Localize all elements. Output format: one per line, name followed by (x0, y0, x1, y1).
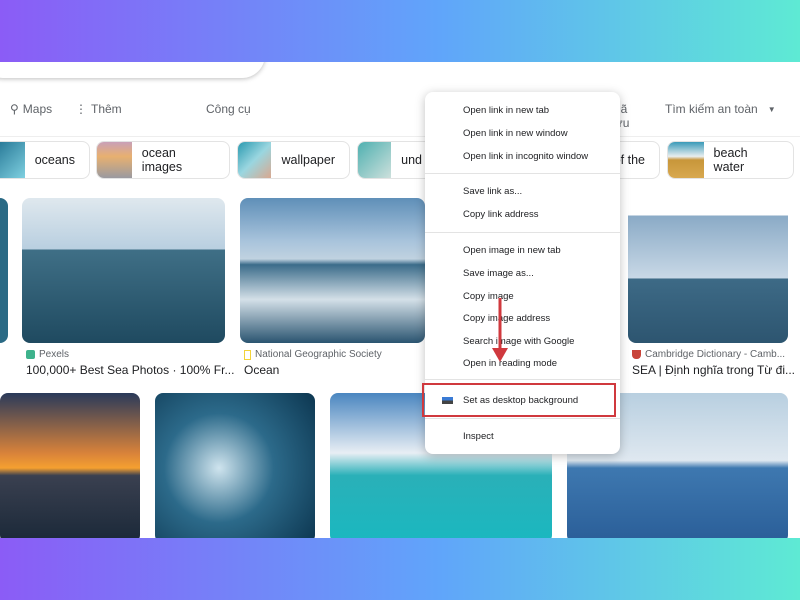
chip-label: beach water (713, 146, 748, 174)
search-bar[interactable] (0, 62, 265, 78)
nav-maps[interactable]: ⚲ Maps (10, 102, 52, 116)
menu-search-image-google[interactable]: Search image with Google (463, 336, 574, 347)
chip-oceans[interactable]: oceans (0, 141, 90, 179)
map-pin-icon: ⚲ (10, 102, 19, 116)
pexels-favicon-icon (26, 350, 35, 359)
image-result-pexels[interactable] (22, 198, 225, 343)
chip-thumbnail (0, 142, 25, 178)
image-result-partial[interactable] (0, 198, 8, 343)
menu-save-image-as[interactable]: Save image as... (463, 268, 534, 279)
menu-separator (425, 232, 620, 233)
source-label: National Geographic Society (255, 349, 382, 360)
menu-open-reading-mode[interactable]: Open in reading mode (463, 358, 557, 369)
menu-open-link-incognito[interactable]: Open link in incognito window (463, 151, 588, 162)
image-result-sunset[interactable] (0, 393, 140, 538)
image-result-cambridge[interactable] (628, 198, 788, 343)
nav-maps-label: Maps (22, 102, 53, 116)
divider (0, 136, 800, 137)
chip-thumbnail (358, 142, 392, 178)
safe-search-label: Tìm kiếm an toàn (665, 102, 758, 116)
chip-label: wallpaper (281, 153, 335, 167)
safe-search-dropdown[interactable]: Tìm kiếm an toàn ▼ (665, 102, 776, 116)
cambridge-favicon-icon (632, 350, 641, 359)
chip-thumbnail (238, 142, 272, 178)
more-vert-icon: ⋮ (75, 102, 87, 116)
chip-beach-water[interactable]: beach water (667, 141, 794, 179)
chip-label: of the (613, 153, 645, 167)
chip-ocean-images[interactable]: ocean images (96, 141, 230, 179)
chip-wallpaper[interactable]: wallpaper (237, 141, 350, 179)
image-result-natgeo[interactable] (240, 198, 425, 343)
chip-thumbnail (97, 142, 132, 178)
chip-label: ocean images (141, 146, 183, 174)
menu-separator (425, 418, 620, 419)
menu-separator (425, 173, 620, 174)
dropdown-arrow-icon: ▼ (767, 104, 776, 114)
menu-copy-link-address[interactable]: Copy link address (463, 209, 539, 220)
menu-open-link-new-window[interactable]: Open link in new window (463, 128, 568, 139)
result-source[interactable]: Pexels (26, 349, 69, 360)
result-title[interactable]: Ocean (244, 363, 279, 377)
menu-inspect[interactable]: Inspect (463, 431, 494, 442)
nav-tools-label: Công cụ (206, 102, 251, 116)
menu-open-link-new-tab[interactable]: Open link in new tab (463, 105, 549, 116)
result-source[interactable]: National Geographic Society (244, 349, 382, 360)
result-title[interactable]: 100,000+ Best Sea Photos · 100% Fr... (26, 363, 234, 377)
source-label: Cambridge Dictionary - Camb... (645, 349, 786, 360)
nav-tools[interactable]: Công cụ (206, 102, 251, 116)
result-title[interactable]: SEA | Định nghĩa trong Từ đi... (632, 363, 795, 377)
nav-more-label: Thêm (91, 102, 122, 116)
menu-separator (425, 379, 620, 380)
source-label: Pexels (39, 349, 70, 360)
red-arrow-icon (492, 298, 508, 362)
result-source[interactable]: Cambridge Dictionary - Camb... (632, 349, 785, 360)
menu-save-link-as[interactable]: Save link as... (463, 186, 522, 197)
image-result-waves[interactable] (155, 393, 315, 538)
menu-open-image-new-tab[interactable]: Open image in new tab (463, 245, 561, 256)
chip-thumbnail (668, 142, 704, 178)
highlight-box (422, 383, 616, 417)
natgeo-favicon-icon (244, 349, 251, 360)
nav-more[interactable]: ⋮ Thêm (75, 102, 122, 116)
chip-label: oceans (34, 153, 75, 167)
browser-screenshot: ⚲Maps ⋮Thêm Công cụ Đã lưu Tìm kiếm an t… (0, 62, 800, 538)
